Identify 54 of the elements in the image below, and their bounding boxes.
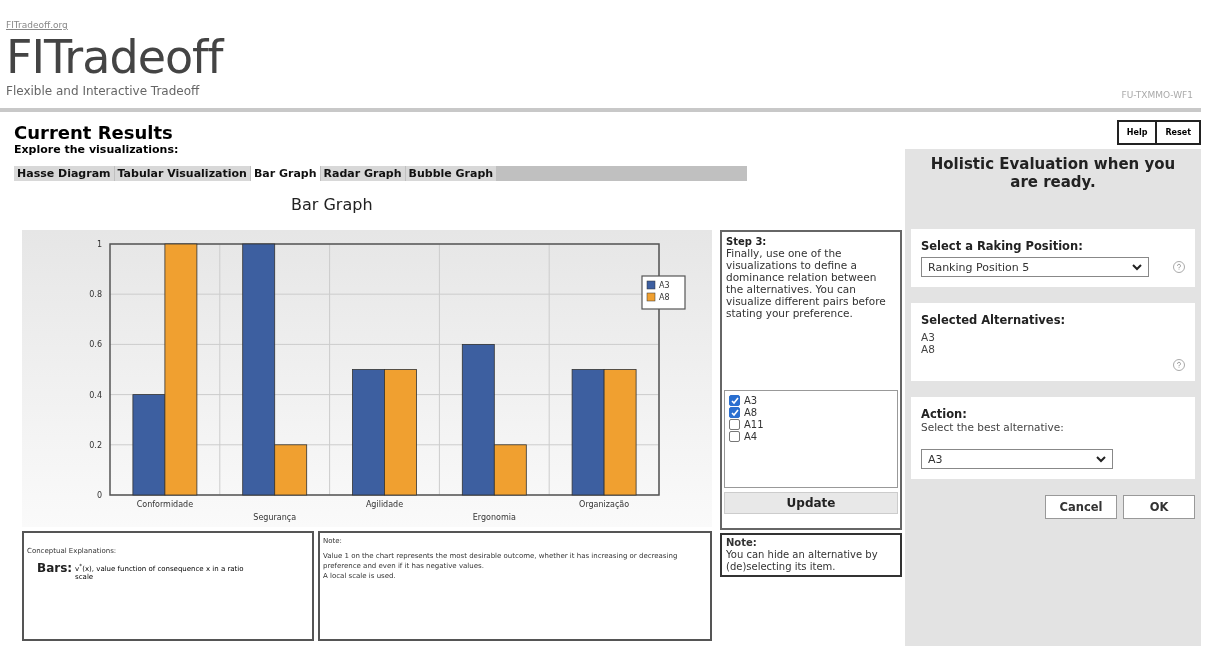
category-label: Conformidade: [136, 500, 194, 509]
ranking-select[interactable]: Ranking Position 5: [921, 257, 1149, 277]
step-text: Finally, use one of the visualizations to define a dominance relation between the alternatives. You can visualize different pairs before stating your preference.: [725, 247, 887, 321]
checkbox[interactable]: [729, 407, 740, 418]
term: Bars:: [37, 561, 73, 575]
tagline: Flexible and Interactive Tradeoff: [6, 84, 201, 98]
session-code: FU-TXMMO-WF1: [1121, 90, 1193, 100]
axis-tick-label: 0.6: [89, 340, 102, 350]
alternative-label: A4: [744, 431, 758, 442]
top-button[interactable]: Reset: [1155, 120, 1201, 145]
action-label: Action:: [921, 407, 968, 421]
dialog-button[interactable]: OK: [1123, 495, 1195, 519]
visualization-tab[interactable]: Bubble Graph: [405, 166, 497, 181]
chevron-down-icon: [1096, 455, 1106, 463]
page-title: Current Results: [14, 122, 174, 143]
logo: FITradeoff: [6, 30, 223, 84]
legend-label: A8: [659, 293, 670, 302]
visualization-tab[interactable]: Tabular Visualization: [114, 166, 250, 181]
site-link[interactable]: FITradeoff.org: [6, 20, 223, 30]
graph-title: Bar Graph: [291, 195, 374, 214]
checkbox[interactable]: [729, 419, 740, 430]
step-heading: Step 3:: [725, 235, 768, 247]
selected-label: Selected Alternatives:: [921, 313, 1067, 327]
visualization-tab[interactable]: Hasse Diagram: [14, 166, 114, 181]
dialog-button[interactable]: Cancel: [1045, 495, 1117, 519]
visualization-tab[interactable]: Radar Graph: [320, 166, 405, 181]
alternative-label: A8: [744, 407, 758, 418]
legend-label: A3: [659, 281, 670, 290]
update-button[interactable]: Update: [724, 492, 898, 514]
alternative-label: A11: [744, 419, 764, 430]
axis-tick-label: 0.2: [89, 440, 102, 450]
hide-note-heading: Note:: [726, 537, 758, 549]
axis-tick-label: 1: [96, 240, 102, 249]
category-label: Ergonomia: [472, 513, 516, 522]
category-label: Agilidade: [365, 500, 404, 509]
action-hint: Select the best alternative:: [921, 421, 1065, 433]
selected-alternative: A3: [921, 331, 936, 343]
panel-heading: Holistic Evaluation when you are ready.: [929, 155, 1177, 191]
ranking-label: Select a Raking Position:: [921, 239, 1084, 253]
page-subtitle: Explore the visualizations:: [14, 143, 180, 156]
category-label: Organização: [579, 500, 630, 509]
alternative-select[interactable]: A3: [921, 449, 1113, 469]
checkbox[interactable]: [729, 395, 740, 406]
top-button[interactable]: Help: [1116, 120, 1158, 145]
axis-tick-label: 0.4: [89, 390, 102, 400]
selected-alternative: A8: [921, 343, 936, 355]
category-label: Segurança: [253, 513, 297, 522]
checkbox[interactable]: [729, 431, 740, 442]
axis-tick-label: 0.8: [89, 290, 102, 300]
visualization-tab[interactable]: Bar Graph: [250, 166, 320, 181]
alternative-label: A3: [744, 395, 758, 406]
axis-tick-label: 0: [96, 491, 102, 500]
hide-note-text: You can hide an alternative by (de)selecting its item.: [726, 549, 879, 573]
chevron-down-icon: [1132, 263, 1142, 271]
